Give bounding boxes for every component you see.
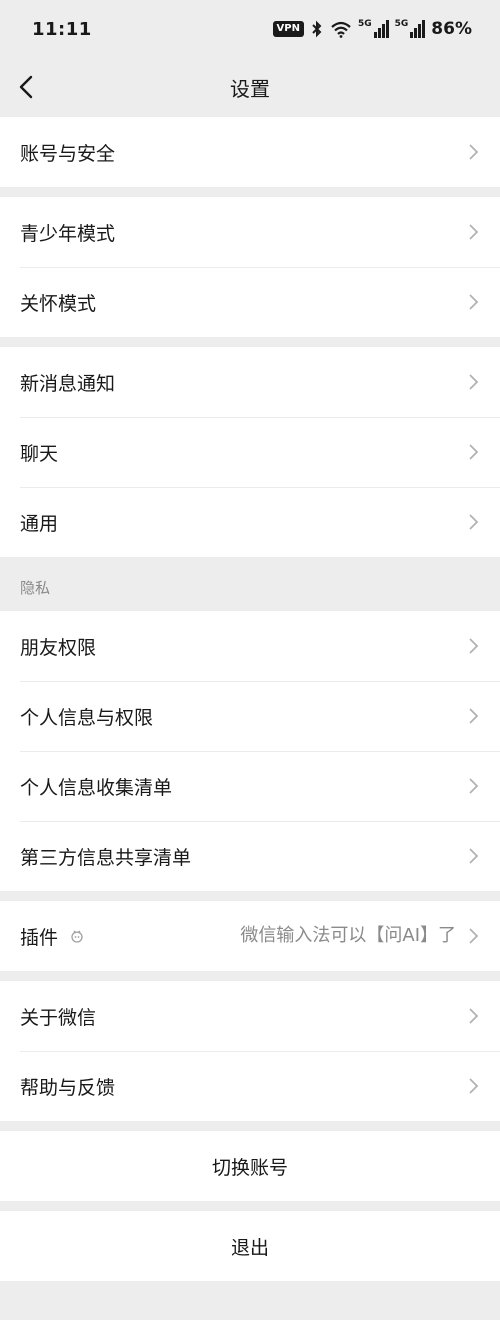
battery-level: 86% xyxy=(431,19,472,39)
plugin-notice-icon xyxy=(71,930,83,943)
cell-label: 通用 xyxy=(20,512,59,535)
cell-about-wechat[interactable]: 关于微信 xyxy=(0,981,500,1051)
wifi-icon xyxy=(331,21,351,38)
cell-plugins[interactable]: 插件 微信输入法可以【问AI】了 xyxy=(0,901,500,971)
cell-label: 帮助与反馈 xyxy=(20,1076,116,1099)
group-switch-account: 切换账号 xyxy=(0,1131,500,1201)
group-logout: 退出 xyxy=(0,1211,500,1281)
chevron-right-icon xyxy=(469,144,479,160)
cell-label: 第三方信息共享清单 xyxy=(20,846,192,869)
switch-account-label: 切换账号 xyxy=(211,1156,288,1179)
plugin-promo-text: 微信输入法可以【问AI】了 xyxy=(240,925,456,946)
signal-5g-icon-1: 5G xyxy=(358,20,389,38)
chevron-right-icon xyxy=(469,638,479,654)
group-general: 新消息通知 聊天 通用 xyxy=(0,347,500,557)
status-bar: 11:11 VPN 5G 5G 86% xyxy=(0,0,500,58)
cell-label: 个人信息收集清单 xyxy=(20,776,173,799)
chevron-right-icon xyxy=(469,444,479,460)
cell-label: 关于微信 xyxy=(20,1006,97,1029)
cell-label: 青少年模式 xyxy=(20,222,116,245)
cell-label: 插件 xyxy=(20,926,59,949)
vpn-badge: VPN xyxy=(272,21,304,37)
logout-button[interactable]: 退出 xyxy=(0,1211,500,1281)
cell-chat[interactable]: 聊天 xyxy=(0,417,500,487)
chevron-right-icon xyxy=(469,1078,479,1094)
cell-label: 新消息通知 xyxy=(20,372,116,395)
cell-label: 个人信息与权限 xyxy=(20,706,154,729)
group-about: 关于微信 帮助与反馈 xyxy=(0,981,500,1121)
chevron-right-icon xyxy=(469,294,479,310)
chevron-right-icon xyxy=(469,514,479,530)
back-arrow-icon[interactable] xyxy=(14,72,44,102)
cell-youth-mode[interactable]: 青少年模式 xyxy=(0,197,500,267)
cell-third-party-sharing[interactable]: 第三方信息共享清单 xyxy=(0,821,500,891)
signal-5g-icon-2: 5G xyxy=(395,20,426,38)
group-privacy: 朋友权限 个人信息与权限 个人信息收集清单 第三方信息共享清单 xyxy=(0,611,500,891)
cell-personal-info-collection[interactable]: 个人信息收集清单 xyxy=(0,751,500,821)
group-modes: 青少年模式 关怀模式 xyxy=(0,197,500,337)
chevron-right-icon xyxy=(469,224,479,240)
nav-bar: 设置 xyxy=(0,58,500,116)
cell-label: 朋友权限 xyxy=(20,636,97,659)
cell-label: 账号与安全 xyxy=(20,142,116,165)
status-icons: VPN 5G 5G 86% xyxy=(272,19,472,39)
cell-notifications[interactable]: 新消息通知 xyxy=(0,347,500,417)
chevron-right-icon xyxy=(469,708,479,724)
cell-account-security[interactable]: 账号与安全 xyxy=(0,117,500,187)
bluetooth-icon xyxy=(312,20,322,38)
cell-friend-permissions[interactable]: 朋友权限 xyxy=(0,611,500,681)
status-time: 11:11 xyxy=(32,18,92,40)
chevron-right-icon xyxy=(469,374,479,390)
cell-general[interactable]: 通用 xyxy=(0,487,500,557)
cell-label: 关怀模式 xyxy=(20,292,97,315)
chevron-right-icon xyxy=(469,1008,479,1024)
switch-account-button[interactable]: 切换账号 xyxy=(0,1131,500,1201)
cell-help-feedback[interactable]: 帮助与反馈 xyxy=(0,1051,500,1121)
cell-personal-info-permissions[interactable]: 个人信息与权限 xyxy=(0,681,500,751)
group-account: 账号与安全 xyxy=(0,117,500,187)
section-title-privacy: 隐私 xyxy=(20,579,51,597)
chevron-right-icon xyxy=(469,848,479,864)
chevron-right-icon xyxy=(469,928,479,944)
group-plugins: 插件 微信输入法可以【问AI】了 xyxy=(0,901,500,971)
cell-care-mode[interactable]: 关怀模式 xyxy=(0,267,500,337)
page-title: 设置 xyxy=(230,76,270,101)
cell-label: 聊天 xyxy=(20,442,59,465)
logout-label: 退出 xyxy=(230,1236,269,1259)
chevron-right-icon xyxy=(469,778,479,794)
